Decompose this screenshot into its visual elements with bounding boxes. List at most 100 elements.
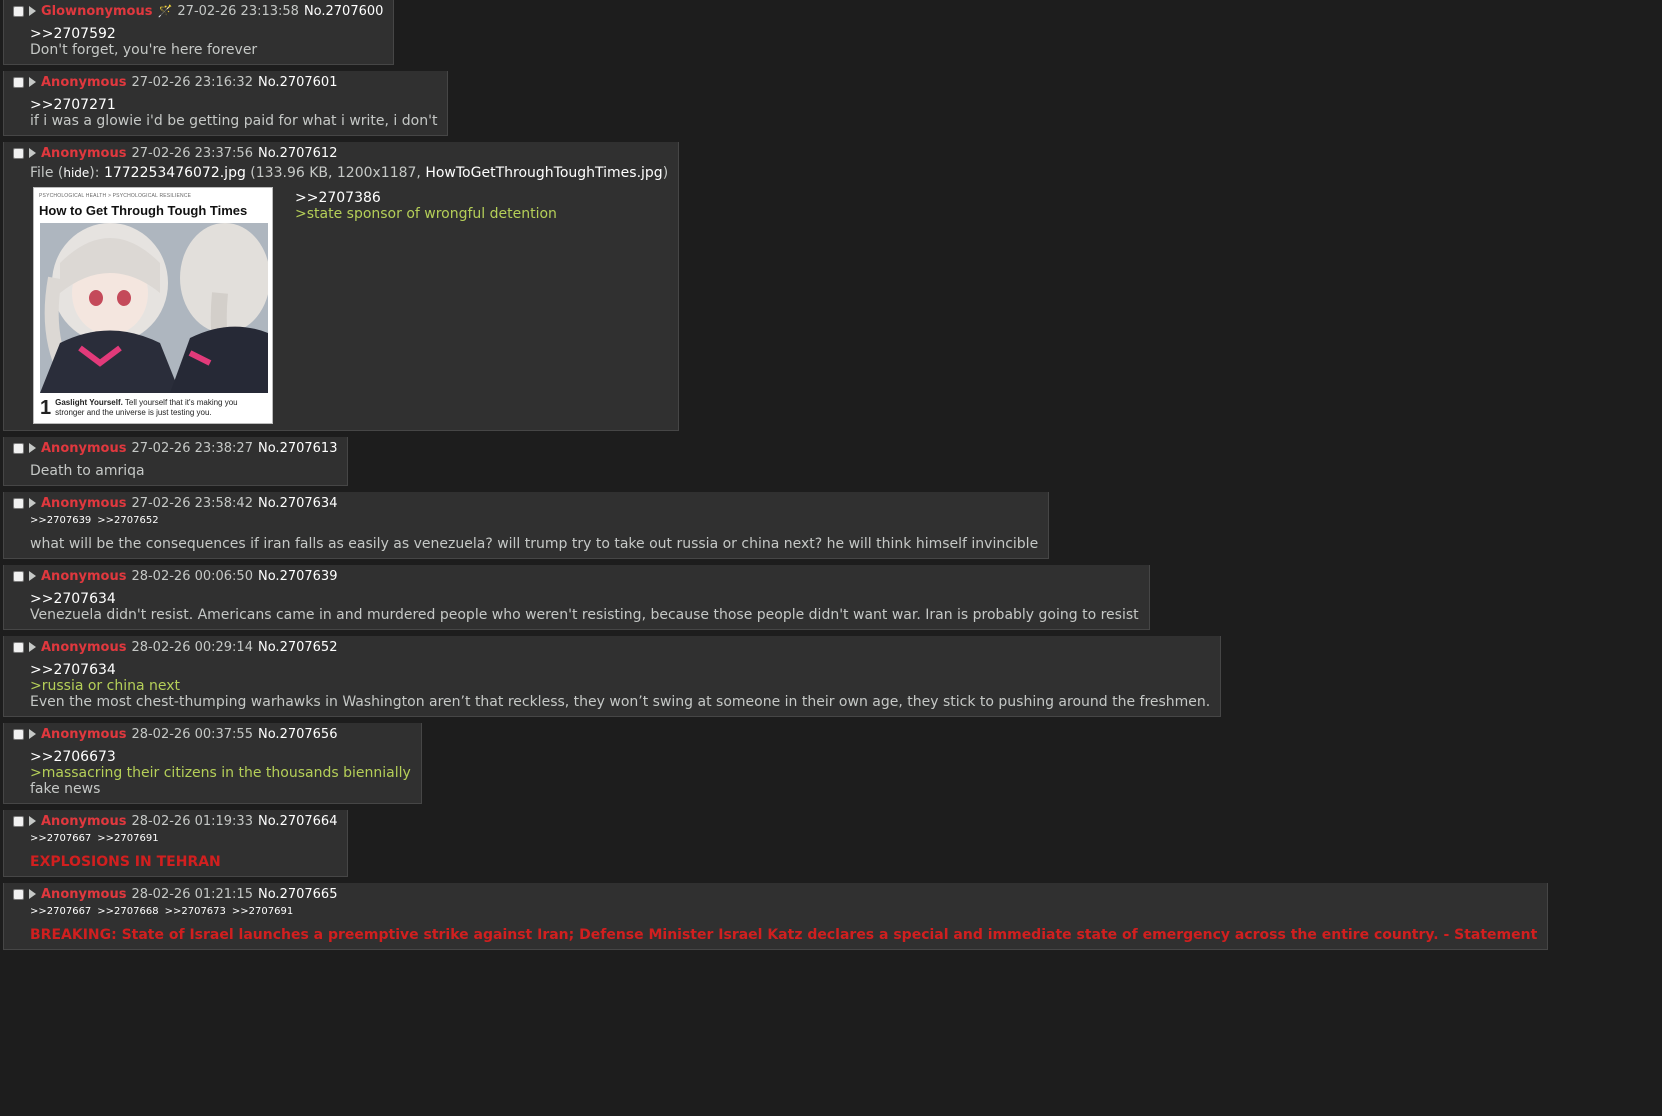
post-menu-arrow-icon[interactable]	[29, 571, 36, 581]
post-text: what will be the consequences if iran fa…	[30, 536, 1039, 552]
capcode-wand-icon: 🪄	[157, 4, 173, 18]
post: Anonymous 27-02-26 23:16:32 No.2707601 >>27…	[3, 71, 449, 136]
post-info: Anonymous 28-02-26 01:19:33 No.2707664	[12, 812, 337, 830]
file-original-name[interactable]: HowToGetThroughToughTimes.jpg	[425, 165, 662, 181]
post-number-link[interactable]: No.2707612	[258, 146, 337, 161]
file-info: File (hide): 1772253476072.jpg (133.96 K…	[30, 165, 668, 181]
hide-file-link[interactable]: hide	[63, 166, 89, 180]
post-menu-arrow-icon[interactable]	[29, 77, 36, 87]
file-meta-end: )	[662, 165, 669, 181]
post-number-link[interactable]: No.2707634	[258, 496, 337, 511]
post-number-link[interactable]: No.2707600	[304, 4, 383, 19]
backlink[interactable]: >>2707668	[97, 906, 158, 917]
post-text: Don't forget, you're here forever	[30, 42, 258, 58]
post-text: if i was a glowie i'd be getting paid fo…	[30, 113, 438, 129]
file-name-link[interactable]: 1772253476072.jpg	[104, 165, 246, 181]
post: Anonymous 27-02-26 23:37:56 No.2707612 File…	[3, 142, 680, 431]
poster-name: Anonymous	[41, 74, 127, 90]
thread: Glownonymous 🪄 27-02-26 23:13:58 No.2707600…	[0, 0, 1662, 950]
post-info: Anonymous 27-02-26 23:58:42 No.2707634	[12, 494, 1038, 512]
post-body: EXPLOSIONS IN TEHRAN	[30, 854, 337, 870]
post: Anonymous 28-02-26 01:19:33 No.2707664 >>27…	[3, 810, 349, 877]
post-menu-arrow-icon[interactable]	[29, 816, 36, 826]
post-date: 28-02-26 00:37:55	[131, 726, 253, 742]
post-number-link[interactable]: No.2707652	[258, 640, 337, 655]
post-menu-arrow-icon[interactable]	[29, 642, 36, 652]
post-backlinks: >>2707667 >>2707691	[30, 833, 337, 844]
post-number-link[interactable]: No.2707613	[258, 441, 337, 456]
thumbnail-title: How to Get Through Tough Times	[39, 203, 248, 218]
quote-link[interactable]: >>2707634	[30, 662, 1210, 678]
thumbnail-caption: 1 Gaslight Yourself. Tell yourself that i…	[40, 398, 268, 418]
post-select-checkbox[interactable]	[13, 815, 24, 827]
post-select-checkbox[interactable]	[13, 147, 24, 159]
post-select-checkbox[interactable]	[13, 76, 24, 88]
backlink[interactable]: >>2707691	[97, 833, 158, 844]
post-info: Anonymous 27-02-26 23:37:56 No.2707612	[12, 144, 668, 162]
post-menu-arrow-icon[interactable]	[29, 148, 36, 158]
post-select-checkbox[interactable]	[13, 728, 24, 740]
post-menu-arrow-icon[interactable]	[29, 498, 36, 508]
poster-name: Anonymous	[41, 495, 127, 511]
file-row: PSYCHOLOGICAL HEALTH > PSYCHOLOGICAL RES…	[33, 187, 668, 424]
quote-link[interactable]: >>2707634	[30, 591, 1139, 607]
backlink[interactable]: >>2707667	[30, 833, 91, 844]
post-number-link[interactable]: No.2707656	[258, 727, 337, 742]
backlink[interactable]: >>2707652	[97, 515, 158, 526]
thumbnail-step-number: 1	[40, 397, 52, 419]
backlink[interactable]: >>2707639	[30, 515, 91, 526]
post-body: >>2707592 Don't forget, you're here forev…	[30, 26, 383, 58]
file-meta: (133.96 KB, 1200x1187,	[245, 165, 426, 181]
post-date: 27-02-26 23:16:32	[131, 74, 253, 90]
poster-name: Anonymous	[41, 568, 127, 584]
post-select-checkbox[interactable]	[13, 442, 24, 454]
post-select-checkbox[interactable]	[13, 641, 24, 653]
poster-name: Glownonymous	[41, 3, 153, 19]
post-backlinks: >>2707667 >>2707668 >>2707673 >>2707691	[30, 906, 1537, 917]
post-info: Glownonymous 🪄 27-02-26 23:13:58 No.2707600	[12, 2, 383, 20]
post-number-link[interactable]: No.2707664	[258, 814, 337, 829]
post-date: 27-02-26 23:13:58	[177, 3, 299, 19]
post-date: 28-02-26 01:19:33	[131, 813, 253, 829]
poster-name: Anonymous	[41, 726, 127, 742]
file-thumbnail[interactable]: PSYCHOLOGICAL HEALTH > PSYCHOLOGICAL RES…	[33, 187, 273, 424]
post-menu-arrow-icon[interactable]	[29, 729, 36, 739]
thumbnail-caption-bold: Gaslight Yourself.	[55, 398, 123, 407]
post-number-link[interactable]: No.2707639	[258, 569, 337, 584]
post-select-checkbox[interactable]	[13, 570, 24, 582]
poster-name: Anonymous	[41, 440, 127, 456]
quote-link[interactable]: >>2707592	[30, 26, 383, 42]
poster-name: Anonymous	[41, 813, 127, 829]
post-select-checkbox[interactable]	[13, 497, 24, 509]
post-menu-arrow-icon[interactable]	[29, 443, 36, 453]
backlink[interactable]: >>2707667	[30, 906, 91, 917]
post-body: >>2706673 >massacring their citizens in t…	[30, 749, 411, 797]
file-label: File (	[30, 165, 64, 181]
post-info: Anonymous 28-02-26 00:06:50 No.2707639	[12, 567, 1139, 585]
post-body: >>2707271 if i was a glowie i'd be gettin…	[30, 97, 437, 129]
post-body: what will be the consequences if iran fa…	[30, 536, 1038, 552]
quote-link[interactable]: >>2707386	[295, 190, 557, 206]
post-info: Anonymous 28-02-26 00:37:55 No.2707656	[12, 725, 411, 743]
post-body: >>2707634 >russia or china next Even the m…	[30, 662, 1210, 710]
post-body: Death to amriqa	[30, 463, 337, 479]
post-number-link[interactable]: No.2707665	[258, 887, 337, 902]
poster-name: Anonymous	[41, 145, 127, 161]
backlink[interactable]: >>2707673	[165, 906, 226, 917]
post-menu-arrow-icon[interactable]	[29, 889, 36, 899]
post-select-checkbox[interactable]	[13, 5, 24, 17]
backlink[interactable]: >>2707691	[232, 906, 293, 917]
post-number-link[interactable]: No.2707601	[258, 75, 337, 90]
post-date: 28-02-26 00:06:50	[131, 568, 253, 584]
post-menu-arrow-icon[interactable]	[29, 6, 36, 16]
post-text: Even the most chest-thumping warhawks in…	[30, 694, 1211, 710]
post: Anonymous 27-02-26 23:58:42 No.2707634 >>27…	[3, 492, 1050, 559]
post-select-checkbox[interactable]	[13, 888, 24, 900]
poster-name: Anonymous	[41, 886, 127, 902]
post-text: fake news	[30, 781, 101, 797]
post-info: Anonymous 28-02-26 00:29:14 No.2707652	[12, 638, 1210, 656]
quote-link[interactable]: >>2707271	[30, 97, 437, 113]
quote-link[interactable]: >>2706673	[30, 749, 411, 765]
post-date: 28-02-26 01:21:15	[131, 886, 253, 902]
poster-name: Anonymous	[41, 639, 127, 655]
